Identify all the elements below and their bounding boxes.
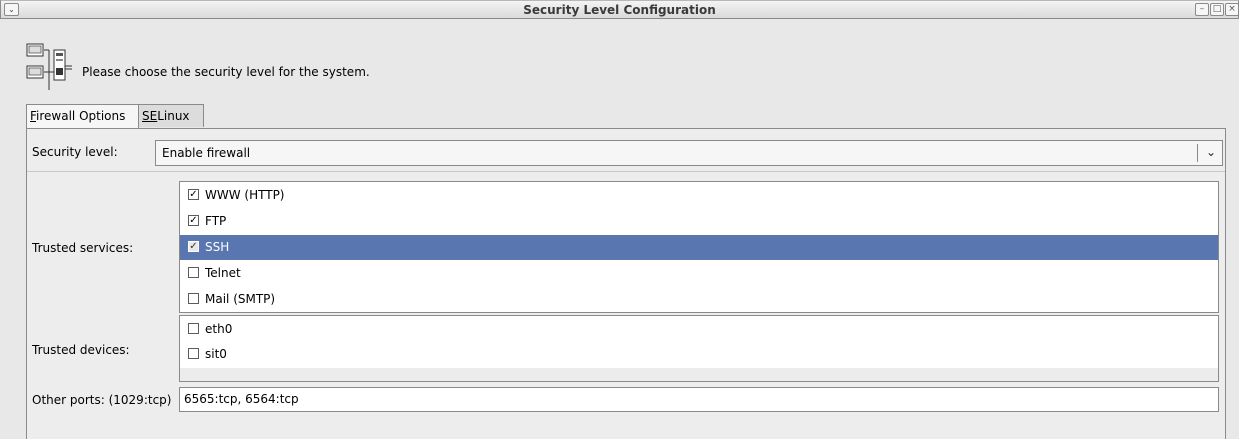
dropdown-divider (1197, 144, 1198, 162)
trusted-devices-label: Trusted devices: (32, 343, 130, 357)
service-label: Mail (SMTP) (205, 292, 276, 306)
checkbox-checked-icon[interactable]: ✓ (188, 241, 199, 252)
checkbox-unchecked-icon[interactable] (188, 348, 199, 359)
trusted-services-label: Trusted services: (32, 241, 134, 255)
chevron-down-icon[interactable]: ⌄ (1206, 145, 1216, 159)
header-text: Please choose the security level for the… (82, 65, 370, 79)
service-row-telnet[interactable]: Telnet (180, 261, 1218, 286)
security-level-label: Security level: (32, 145, 118, 159)
other-ports-label: Other ports: (1029:tcp) (32, 393, 172, 407)
other-ports-value: 6565:tcp, 6564:tcp (184, 392, 299, 406)
device-row-sit0[interactable]: sit0 (180, 342, 1218, 367)
security-level-dropdown[interactable]: Enable firewall ⌄ (155, 140, 1223, 166)
service-row-www[interactable]: ✓ WWW (HTTP) (180, 183, 1218, 208)
window-titlebar[interactable]: ⌄ Security Level Configuration – □ × (0, 0, 1239, 19)
service-row-ftp[interactable]: ✓ FTP (180, 209, 1218, 234)
trusted-services-list[interactable]: ✓ WWW (HTTP) ✓ FTP ✓ SSH Telnet Mail (SM… (179, 181, 1219, 313)
checkbox-unchecked-icon[interactable] (188, 323, 199, 334)
close-icon[interactable]: × (1225, 3, 1239, 16)
service-label: Telnet (205, 266, 241, 280)
separator (27, 171, 1225, 172)
minimize-icon[interactable]: – (1195, 3, 1209, 16)
service-label: SSH (205, 240, 230, 254)
window-title: Security Level Configuration (523, 3, 716, 17)
device-label: sit0 (205, 347, 227, 361)
other-ports-input[interactable]: 6565:tcp, 6564:tcp (179, 387, 1219, 412)
security-level-value: Enable firewall (162, 146, 251, 160)
checkbox-checked-icon[interactable]: ✓ (188, 215, 199, 226)
network-computers-icon (26, 43, 72, 90)
device-label: eth0 (205, 322, 233, 336)
trusted-devices-list[interactable]: eth0 sit0 (179, 315, 1219, 382)
checkbox-unchecked-icon[interactable] (188, 267, 199, 278)
service-row-ssh[interactable]: ✓ SSH (180, 235, 1218, 260)
service-label: WWW (HTTP) (205, 188, 285, 202)
tab-firewall-options[interactable]: Firewall Options (26, 104, 139, 129)
device-row-eth0[interactable]: eth0 (180, 317, 1218, 342)
checkbox-unchecked-icon[interactable] (188, 293, 199, 304)
service-row-smtp[interactable]: Mail (SMTP) (180, 287, 1218, 312)
checkbox-checked-icon[interactable]: ✓ (188, 189, 199, 200)
list-empty-area (180, 368, 1218, 381)
tab-selinux[interactable]: SELinux (138, 104, 204, 127)
service-label: FTP (205, 214, 227, 228)
maximize-icon[interactable]: □ (1210, 3, 1224, 16)
firewall-options-panel: Security level: Enable firewall ⌄ Truste… (26, 128, 1226, 439)
